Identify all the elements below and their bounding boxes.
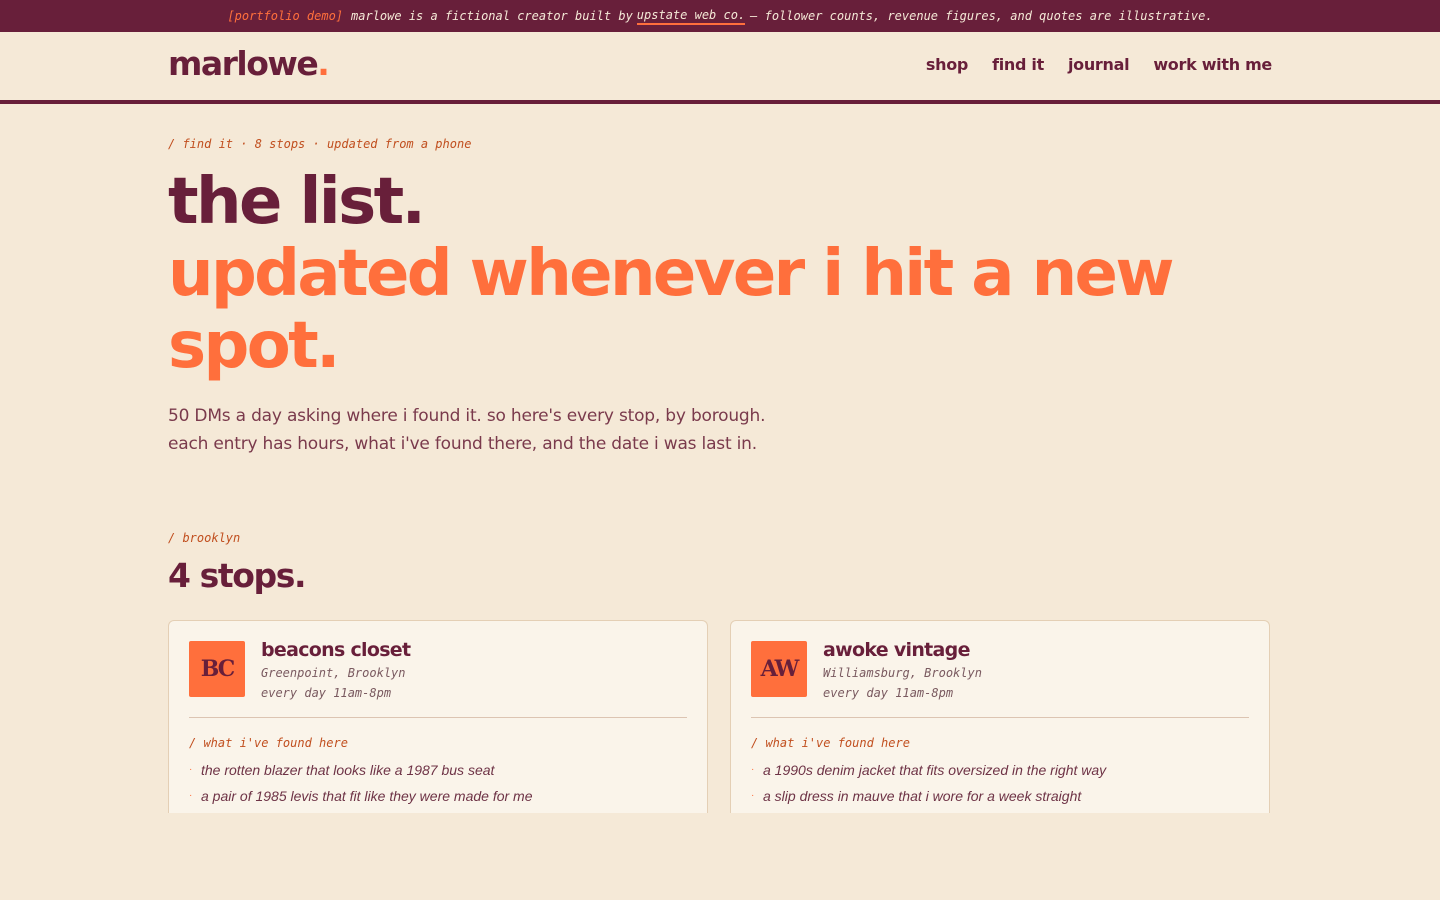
found-item-text: a 1990s denim jacket that fits oversized…: [763, 762, 1107, 778]
found-item-text: the rotten blazer that looks like a 1987…: [201, 762, 495, 778]
bullet-icon: ·: [751, 764, 755, 775]
found-item: · a 1990s denim jacket that fits oversize…: [751, 760, 1106, 786]
demo-banner: [portfolio demo] marlowe is a fictional …: [0, 0, 1440, 32]
store-card: AW awoke vintage Williamsburg, Brooklyn …: [730, 620, 1270, 813]
logo-dot: .: [317, 44, 330, 83]
nav-shop[interactable]: shop: [926, 55, 968, 74]
hero-intro: 50 DMs a day asking where i found it. so…: [168, 406, 766, 454]
bullet-icon: ·: [751, 790, 755, 801]
found-list: · the rotten blazer that looks like a 198…: [189, 760, 533, 812]
found-item: · the rotten blazer that looks like a 198…: [189, 760, 533, 786]
store-card: BC beacons closet Greenpoint, Brooklyn e…: [168, 620, 708, 813]
found-item-text: a slip dress in mauve that i wore for a …: [763, 788, 1082, 804]
bullet-icon: ·: [189, 790, 193, 801]
banner-link[interactable]: upstate web co.: [636, 8, 746, 25]
store-hours: every day 11am-8pm: [261, 686, 392, 700]
nav-work-with-me[interactable]: work with me: [1153, 55, 1272, 74]
bullet-icon: ·: [189, 764, 193, 775]
store-hours: every day 11am-8pm: [823, 686, 954, 700]
found-item: · a pair of 1985 levis that fit like they…: [189, 786, 533, 812]
card-divider: [751, 717, 1249, 718]
main-nav: shop find it journal work with me: [926, 55, 1272, 74]
found-title: / what i've found here: [751, 736, 910, 750]
found-list: · a 1990s denim jacket that fits oversize…: [751, 760, 1106, 812]
found-title: / what i've found here: [189, 736, 348, 750]
site-header: marlowe. shop find it journal work with …: [0, 32, 1440, 104]
banner-text-after: — follower counts, revenue figures, and …: [750, 9, 1213, 23]
section-title: 4 stops.: [168, 556, 307, 595]
demo-tag: [portfolio demo]: [227, 9, 344, 23]
store-location: Williamsburg, Brooklyn: [823, 666, 982, 680]
store-name: beacons closet: [261, 639, 411, 661]
store-name: awoke vintage: [823, 639, 970, 661]
store-logo-badge: BC: [189, 641, 245, 697]
section-eyebrow: / brooklyn: [168, 531, 241, 545]
page-title: the list. updated whenever i hit a new s…: [168, 166, 1278, 382]
site-logo[interactable]: marlowe.: [168, 44, 330, 83]
nav-find-it[interactable]: find it: [992, 55, 1044, 74]
page-title-line1: the list.: [168, 165, 426, 239]
logo-wordmark: marlowe: [168, 44, 319, 83]
page-title-line2: updated whenever i hit a new spot.: [168, 237, 1174, 383]
store-location: Greenpoint, Brooklyn: [261, 666, 406, 680]
found-item: · a slip dress in mauve that i wore for a…: [751, 786, 1106, 812]
nav-journal[interactable]: journal: [1068, 55, 1130, 74]
banner-text-before: marlowe is a fictional creator built by: [351, 9, 633, 23]
card-divider: [189, 717, 687, 718]
store-logo-badge: AW: [751, 641, 807, 697]
found-item-text: a pair of 1985 levis that fit like they …: [201, 788, 533, 804]
hero-eyebrow: / find it · 8 stops · updated from a pho…: [168, 137, 472, 151]
